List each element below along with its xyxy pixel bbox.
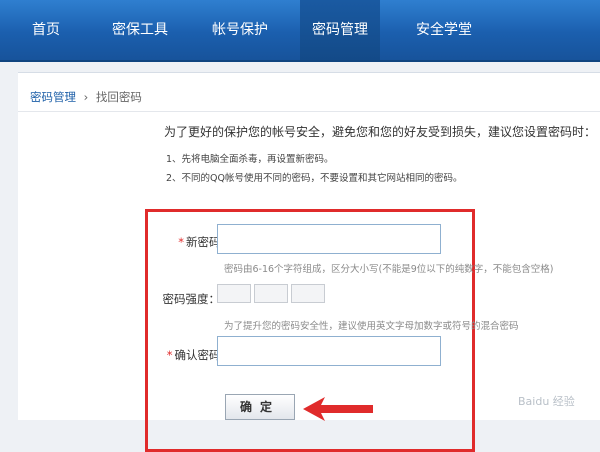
divider <box>18 111 600 112</box>
intro-text: 为了更好的保护您的帐号安全，避免您和您的好友受到损失，建议您设置密码时： <box>164 125 597 139</box>
tip-1: 1、先将电脑全面杀毒，再设置新密码。 <box>166 154 334 165</box>
breadcrumb: 密码管理 › 找回密码 <box>30 89 142 105</box>
nav-item-home[interactable]: 首页 <box>20 0 72 60</box>
nav-item-security-school[interactable]: 安全学堂 <box>404 0 484 60</box>
tip-2: 2、不同的QQ帐号使用不同的密码，不要设置和其它网站相同的密码。 <box>166 173 463 184</box>
nav-item-password-management[interactable]: 密码管理 <box>300 0 380 60</box>
strength-hint: 为了提升您的密码安全性，建议使用英文字母加数字或符号的混合密码 <box>224 321 519 332</box>
new-password-hint: 密码由6-16个字符组成，区分大小写(不能是9位以下的纯数字，不能包含空格) <box>224 264 554 275</box>
red-arrow-icon <box>303 397 373 421</box>
nav-item-account-protection[interactable]: 帐号保护 <box>200 0 280 60</box>
confirm-password-input[interactable] <box>217 336 441 366</box>
nav-item-security-tools[interactable]: 密保工具 <box>100 0 180 60</box>
breadcrumb-current: 找回密码 <box>95 90 142 104</box>
required-mark: * <box>178 235 184 249</box>
confirm-button[interactable]: 确定 <box>225 394 295 420</box>
breadcrumb-link-password-management[interactable]: 密码管理 <box>30 90 76 104</box>
strength-meter-medium <box>254 284 288 303</box>
content-panel: 密码管理 › 找回密码 为了更好的保护您的帐号安全，避免您和您的好友受到损失，建… <box>18 72 600 452</box>
baidu-watermark: Baidu 经验 <box>518 395 575 408</box>
top-nav-bar: 首页 密保工具 帐号保护 密码管理 安全学堂 <box>0 0 600 62</box>
new-password-input[interactable] <box>217 224 441 254</box>
required-mark: * <box>166 348 173 362</box>
strength-label: 密码强度： <box>162 292 221 306</box>
breadcrumb-separator: › <box>83 90 89 104</box>
strength-meter-strong <box>291 284 325 303</box>
strength-meter-weak <box>217 284 251 303</box>
